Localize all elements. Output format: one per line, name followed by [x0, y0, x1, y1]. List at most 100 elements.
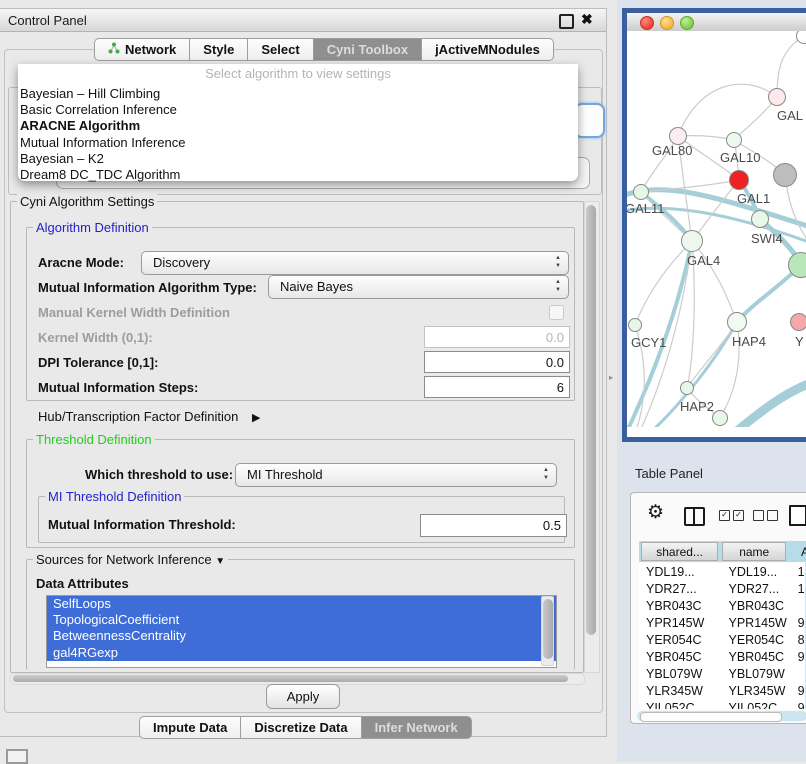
algorithm-option[interactable]: Mutual Information Inference: [18, 135, 578, 151]
mi-type-combo[interactable]: Naive Bayes ▲▼: [268, 275, 569, 299]
table-header: shared...nameA: [639, 541, 806, 562]
which-threshold-value: MI Threshold: [247, 467, 323, 482]
kernel-width-label: Kernel Width (0,1):: [38, 330, 153, 345]
network-node-hap2[interactable]: [680, 381, 694, 395]
table-horizontal-scrollbar[interactable]: [637, 711, 806, 721]
tab-cyni-toolbox[interactable]: Cyni Toolbox: [314, 38, 422, 61]
which-threshold-label: Which threshold to use:: [85, 467, 233, 482]
focused-button[interactable]: [574, 103, 605, 138]
collapsed-arrow-icon: ▶: [252, 411, 260, 424]
document-icon[interactable]: [789, 505, 806, 526]
node-label-gal: GAL: [777, 108, 803, 123]
mi-threshold-definition-title: MI Threshold Definition: [45, 489, 184, 504]
algorithm-option[interactable]: Basic Correlation Inference: [18, 102, 578, 118]
tab-network[interactable]: Network: [94, 38, 190, 61]
mi-type-label: Mutual Information Algorithm Type:: [38, 280, 257, 295]
table-cell: YPR145W: [729, 616, 798, 630]
tab-label: Network: [125, 39, 176, 60]
network-node-gal10[interactable]: [726, 132, 742, 148]
close-traffic-light-icon[interactable]: [640, 16, 654, 30]
split-columns-icon[interactable]: [684, 507, 705, 526]
dpi-tolerance-input[interactable]: 0.0: [424, 351, 570, 373]
mi-steps-label: Mutual Information Steps:: [38, 380, 198, 395]
attribute-item[interactable]: SelfLoops: [47, 596, 556, 612]
which-threshold-combo[interactable]: MI Threshold ▲▼: [235, 463, 557, 487]
column-header-2[interactable]: name: [722, 542, 786, 561]
aracne-mode-combo[interactable]: Discovery ▲▼: [141, 251, 569, 275]
gear-icon[interactable]: ⚙: [647, 501, 664, 524]
table-row[interactable]: YER054CYER054C8.: [639, 631, 806, 648]
mi-threshold-input[interactable]: 0.5: [420, 514, 567, 537]
table-row[interactable]: YBR045CYBR045C9.: [639, 648, 806, 665]
algorithm-option[interactable]: Bayesian – Hill Climbing: [18, 86, 578, 102]
algorithm-option[interactable]: ARACNE Algorithm: [18, 118, 578, 134]
network-node-swi4[interactable]: [751, 210, 769, 228]
splitter-collapse-icon[interactable]: ▸: [609, 373, 613, 382]
node-label-gal1: GAL1: [737, 191, 770, 206]
checked-boxes-icon[interactable]: ✓✓: [719, 510, 744, 521]
control-panel-titlebar: Control Panel ✖: [0, 9, 606, 32]
sources-title-text: Sources for Network Inference: [36, 552, 212, 567]
combo-arrows-icon: ▲▼: [555, 278, 561, 294]
column-header-1[interactable]: shared...: [641, 542, 718, 561]
settings-vertical-scrollbar[interactable]: [584, 201, 600, 673]
network-node-gal[interactable]: [768, 88, 786, 106]
attribute-item[interactable]: gal4RGexp: [47, 645, 556, 661]
algorithm-option[interactable]: Dream8 DC_TDC Algorithm: [18, 167, 578, 183]
network-node-hap4[interactable]: [727, 312, 747, 332]
expanded-arrow-icon: ▼: [215, 556, 225, 567]
close-icon[interactable]: ✖: [581, 11, 593, 28]
attribute-list-scrollbar[interactable]: [541, 596, 554, 666]
network-canvas[interactable]: GALGAL80GAL10GAL1GAL11GAL4SWI4GCY1HAP4YH…: [627, 31, 806, 427]
tab-select[interactable]: Select: [248, 38, 313, 61]
hub-definition-toggle[interactable]: Hub/Transcription Factor Definition ▶: [38, 409, 260, 424]
mi-steps-input[interactable]: 6: [424, 376, 570, 398]
network-node-gal4[interactable]: [681, 230, 703, 252]
network-node-y[interactable]: [790, 313, 806, 331]
network-view-window[interactable]: GALGAL80GAL10GAL1GAL11GAL4SWI4GCY1HAP4YH…: [622, 8, 806, 442]
table-row[interactable]: YBL079WYBL079W: [639, 665, 806, 682]
algorithm-option[interactable]: Bayesian – K2: [18, 151, 578, 167]
network-node-gal1[interactable]: [729, 170, 749, 190]
table-row[interactable]: YLR345WYLR345W9.: [639, 682, 806, 699]
tab-label: Select: [261, 39, 299, 60]
dpi-tolerance-label: DPI Tolerance [0,1]:: [38, 355, 158, 370]
table-cell: YBR045C: [639, 650, 729, 664]
control-panel-title: Control Panel: [8, 13, 87, 28]
tab-style[interactable]: Style: [190, 38, 248, 61]
attribute-item[interactable]: BetweennessCentrality: [47, 628, 556, 644]
node-label-gcy1: GCY1: [631, 335, 666, 350]
tab-infer-network[interactable]: Infer Network: [362, 716, 472, 739]
apply-button[interactable]: Apply: [266, 684, 340, 709]
cyni-algorithm-settings-title: Cyni Algorithm Settings: [17, 194, 157, 209]
table-row[interactable]: YIL052CYIL052C9: [639, 699, 806, 709]
table-cell: YDR27...: [729, 582, 798, 596]
manual-kernel-label: Manual Kernel Width Definition: [38, 305, 230, 320]
zoom-traffic-light-icon[interactable]: [680, 16, 694, 30]
tab-label: Cyni Toolbox: [327, 39, 408, 60]
data-attributes-label: Data Attributes: [36, 576, 129, 591]
tab-impute-data[interactable]: Impute Data: [139, 716, 241, 739]
float-window-icon[interactable]: [559, 14, 574, 29]
algorithm-definition-title: Algorithm Definition: [33, 220, 152, 235]
network-node-gal11[interactable]: [633, 184, 649, 200]
network-node[interactable]: [712, 410, 728, 426]
tab-jactivemnodules[interactable]: jActiveMNodules: [422, 38, 554, 61]
kernel-width-input[interactable]: 0.0: [424, 326, 570, 348]
mi-type-value: Naive Bayes: [280, 279, 353, 294]
network-node-gcy1[interactable]: [628, 318, 642, 332]
column-header-3[interactable]: A: [790, 542, 806, 561]
attribute-item[interactable]: TopologicalCoefficient: [47, 612, 556, 628]
tab-discretize-data[interactable]: Discretize Data: [241, 716, 361, 739]
table-row[interactable]: YBR043CYBR043C: [639, 597, 806, 614]
manual-kernel-checkbox[interactable]: [549, 305, 564, 320]
hub-definition-label: Hub/Transcription Factor Definition: [38, 409, 238, 424]
minimize-traffic-light-icon[interactable]: [660, 16, 674, 30]
table-row[interactable]: YDL19...YDL19...13: [639, 563, 806, 580]
network-node[interactable]: [773, 163, 797, 187]
table-row[interactable]: YDR27...YDR27...12: [639, 580, 806, 597]
data-attributes-list[interactable]: SelfLoopsTopologicalCoefficientBetweenne…: [46, 595, 557, 668]
table-cell: YIL052C: [639, 701, 729, 710]
table-row[interactable]: YPR145WYPR145W9.: [639, 614, 806, 631]
unchecked-boxes-icon[interactable]: [753, 510, 778, 521]
